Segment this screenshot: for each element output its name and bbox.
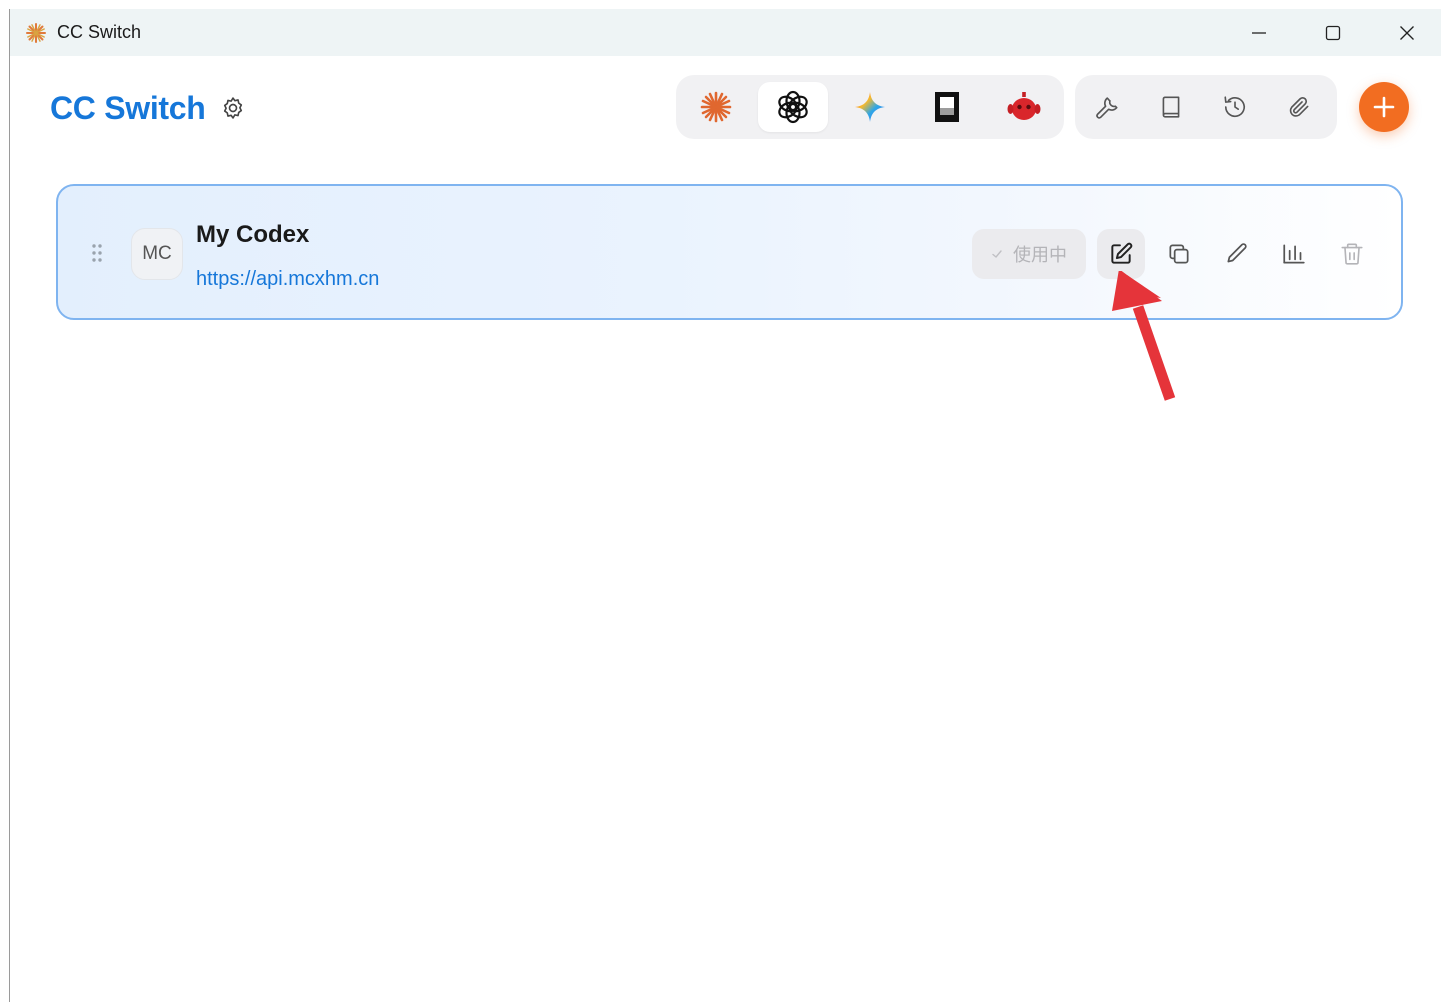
close-button[interactable]: [1372, 9, 1441, 56]
book-icon: [1162, 96, 1180, 118]
app-switcher: [676, 75, 1064, 139]
duplicate-icon: [1169, 244, 1189, 264]
page-title: CC Switch: [50, 90, 206, 126]
app-tab-opencode[interactable]: [912, 82, 982, 132]
app-logo-icon: [26, 23, 46, 43]
app-window: CC Switch CC Switch MC My Codex https://…: [9, 9, 1441, 1002]
wrench-icon: [1096, 97, 1118, 119]
title-bar: CC Switch: [10, 9, 1441, 56]
in-use-button[interactable]: 使用中: [972, 229, 1086, 279]
trash-icon: [1341, 243, 1363, 265]
usage-chart-icon: [1283, 244, 1305, 264]
maximize-button[interactable]: [1298, 9, 1368, 56]
annotation-arrow: [1112, 271, 1176, 401]
rename-button[interactable]: [1213, 229, 1261, 279]
minimize-icon: [1252, 31, 1266, 34]
window-title: CC Switch: [57, 22, 142, 42]
paperclip-icon: [1289, 97, 1309, 117]
prompts-button[interactable]: [1153, 89, 1189, 125]
pen-icon: [1227, 243, 1247, 263]
settings-button[interactable]: [219, 94, 247, 122]
tool-bar: [1075, 75, 1337, 139]
check-icon: [992, 250, 1002, 258]
provider-name: My Codex: [196, 221, 310, 248]
plus-icon: [1373, 96, 1395, 118]
claude-sunburst-icon: [700, 91, 732, 123]
app-tab-bot[interactable]: [989, 82, 1059, 132]
maximize-icon: [1325, 25, 1341, 40]
app-tab-codex[interactable]: [758, 82, 828, 132]
provider-url-link[interactable]: https://api.mcxhm.cn: [196, 268, 379, 291]
history-button[interactable]: [1217, 89, 1253, 125]
openai-icon: [778, 90, 808, 124]
gemini-sparkle-icon: [855, 92, 885, 122]
mcp-button[interactable]: [1089, 89, 1125, 125]
gear-icon: [223, 97, 243, 119]
add-provider-button[interactable]: [1359, 82, 1409, 132]
opencode-icon: [935, 92, 959, 122]
delete-button[interactable]: [1328, 229, 1376, 279]
in-use-label: 使用中: [1013, 245, 1067, 265]
close-icon: [1400, 25, 1414, 40]
skills-button[interactable]: [1281, 89, 1317, 125]
drag-handle-icon[interactable]: [89, 242, 105, 264]
usage-button[interactable]: [1270, 229, 1318, 279]
minimize-button[interactable]: [1224, 9, 1294, 56]
history-icon: [1224, 96, 1246, 118]
provider-card[interactable]: MC My Codex https://api.mcxhm.cn 使用中: [56, 184, 1403, 320]
avatar: MC: [131, 228, 183, 280]
red-bot-icon: [1007, 92, 1041, 120]
app-tab-gemini[interactable]: [835, 82, 905, 132]
app-tab-claude[interactable]: [681, 82, 751, 132]
edit-icon: [1111, 242, 1133, 264]
